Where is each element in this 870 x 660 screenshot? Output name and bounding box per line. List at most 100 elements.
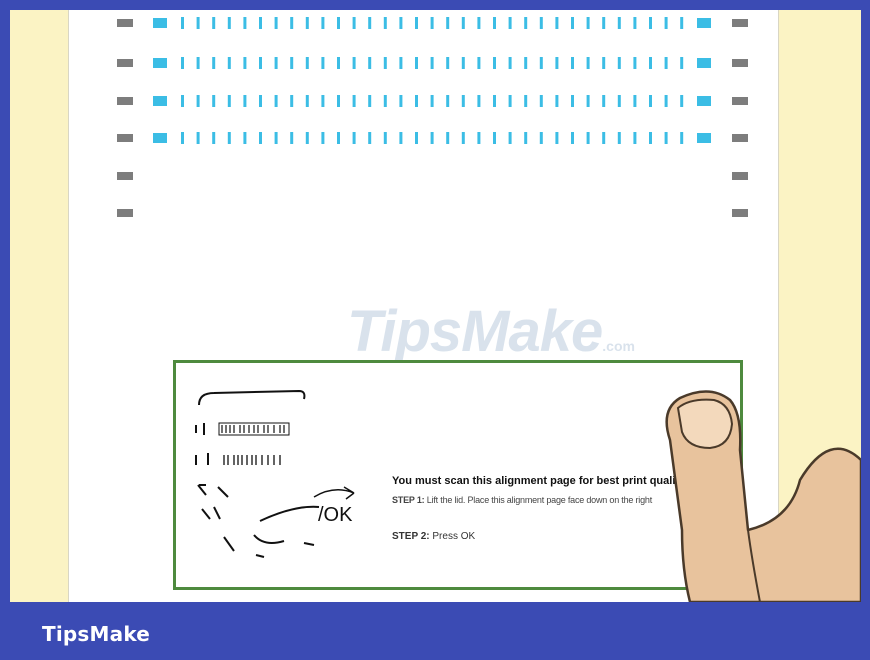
cyan-tick [446, 57, 450, 69]
cyan-tick [337, 57, 340, 69]
cyan-tick [524, 17, 528, 29]
cyan-tick [243, 132, 247, 144]
cyan-tick [259, 17, 262, 29]
cyan-tick [227, 132, 231, 144]
gray-marker-right [732, 59, 748, 67]
cyan-tick [196, 132, 200, 144]
gray-marker-right [732, 134, 748, 142]
cyan-tick [415, 57, 418, 69]
cyan-tick [524, 95, 528, 107]
scan-instruction-step1: STEP 1: Lift the lid. Place this alignme… [392, 495, 653, 505]
cyan-tick [555, 132, 559, 144]
cyan-tick [181, 95, 184, 107]
cyan-tick [508, 57, 512, 69]
cyan-tick [477, 57, 481, 69]
cyan-tick [571, 57, 574, 69]
cyan-tick [383, 17, 387, 29]
cyan-tick [477, 95, 481, 107]
cyan-tick [539, 57, 543, 69]
cyan-tick [196, 95, 200, 107]
cyan-tick [227, 57, 231, 69]
cyan-tick [243, 95, 247, 107]
cyan-tick [633, 17, 637, 29]
cyan-tick [352, 95, 356, 107]
cyan-tick [259, 95, 262, 107]
cyan-block-right [697, 96, 711, 106]
watermark: TipsMake.com [347, 299, 635, 364]
gray-marker-left [117, 134, 133, 142]
cyan-tick [633, 95, 637, 107]
cyan-tick [524, 132, 528, 144]
cyan-tick [368, 57, 372, 69]
cyan-tick [680, 95, 684, 107]
cyan-tick [617, 132, 621, 144]
cyan-tick [539, 95, 543, 107]
cyan-tick [259, 57, 262, 69]
cyan-tick [181, 57, 184, 69]
illustration: TipsMake.com /OK You must scan this alig… [10, 10, 861, 602]
cyan-tick [493, 132, 496, 144]
cyan-tick [602, 57, 606, 69]
image-frame: TipsMake.com /OK You must scan this alig… [0, 0, 870, 660]
cyan-tick [212, 95, 216, 107]
cyan-tick [586, 17, 590, 29]
cyan-tick [212, 17, 216, 29]
gray-marker-left [117, 172, 133, 180]
cyan-block-left [153, 133, 167, 143]
cyan-tick [274, 132, 278, 144]
cyan-tick [680, 17, 684, 29]
cyan-tick [430, 95, 434, 107]
cyan-tick [461, 57, 465, 69]
cyan-tick [461, 132, 465, 144]
cyan-tick [368, 17, 372, 29]
cyan-tick [508, 132, 512, 144]
cyan-tick [539, 17, 543, 29]
cyan-tick [493, 95, 496, 107]
cyan-tick [602, 95, 606, 107]
cyan-tick [664, 95, 668, 107]
cyan-tick [399, 17, 403, 29]
cyan-tick [368, 132, 372, 144]
cyan-tick [602, 17, 606, 29]
cyan-block-left [153, 58, 167, 68]
cyan-tick [321, 57, 325, 69]
cyan-tick [352, 17, 356, 29]
cyan-tick [664, 57, 668, 69]
cyan-tick [555, 95, 559, 107]
cyan-tick [633, 132, 637, 144]
cyan-tick [680, 57, 684, 69]
gray-marker-right [732, 209, 748, 217]
cyan-tick [181, 17, 184, 29]
cyan-tick [493, 17, 496, 29]
cyan-tick [430, 57, 434, 69]
cyan-tick [212, 57, 216, 69]
cyan-tick [337, 95, 340, 107]
cyan-tick [212, 132, 216, 144]
cyan-tick [305, 17, 309, 29]
cyan-tick [680, 132, 684, 144]
cyan-tick [415, 17, 418, 29]
cyan-tick [321, 17, 325, 29]
cyan-tick [649, 132, 652, 144]
cyan-tick [399, 57, 403, 69]
cyan-tick [493, 57, 496, 69]
brand-name: TipsMake [42, 622, 151, 646]
cyan-tick [586, 95, 590, 107]
cyan-tick [664, 132, 668, 144]
cyan-tick [477, 132, 481, 144]
gray-marker-right [732, 172, 748, 180]
cyan-block-right [697, 58, 711, 68]
cyan-tick [617, 57, 621, 69]
cyan-tick [461, 17, 465, 29]
cyan-tick [305, 57, 309, 69]
cyan-block-left [153, 18, 167, 28]
cyan-tick [649, 95, 652, 107]
cyan-tick [539, 132, 543, 144]
cyan-tick [555, 17, 559, 29]
cyan-tick [555, 57, 559, 69]
cyan-tick [274, 17, 278, 29]
cyan-tick [290, 132, 294, 144]
cyan-tick [321, 132, 325, 144]
cyan-tick [571, 17, 574, 29]
gray-marker-right [732, 19, 748, 27]
